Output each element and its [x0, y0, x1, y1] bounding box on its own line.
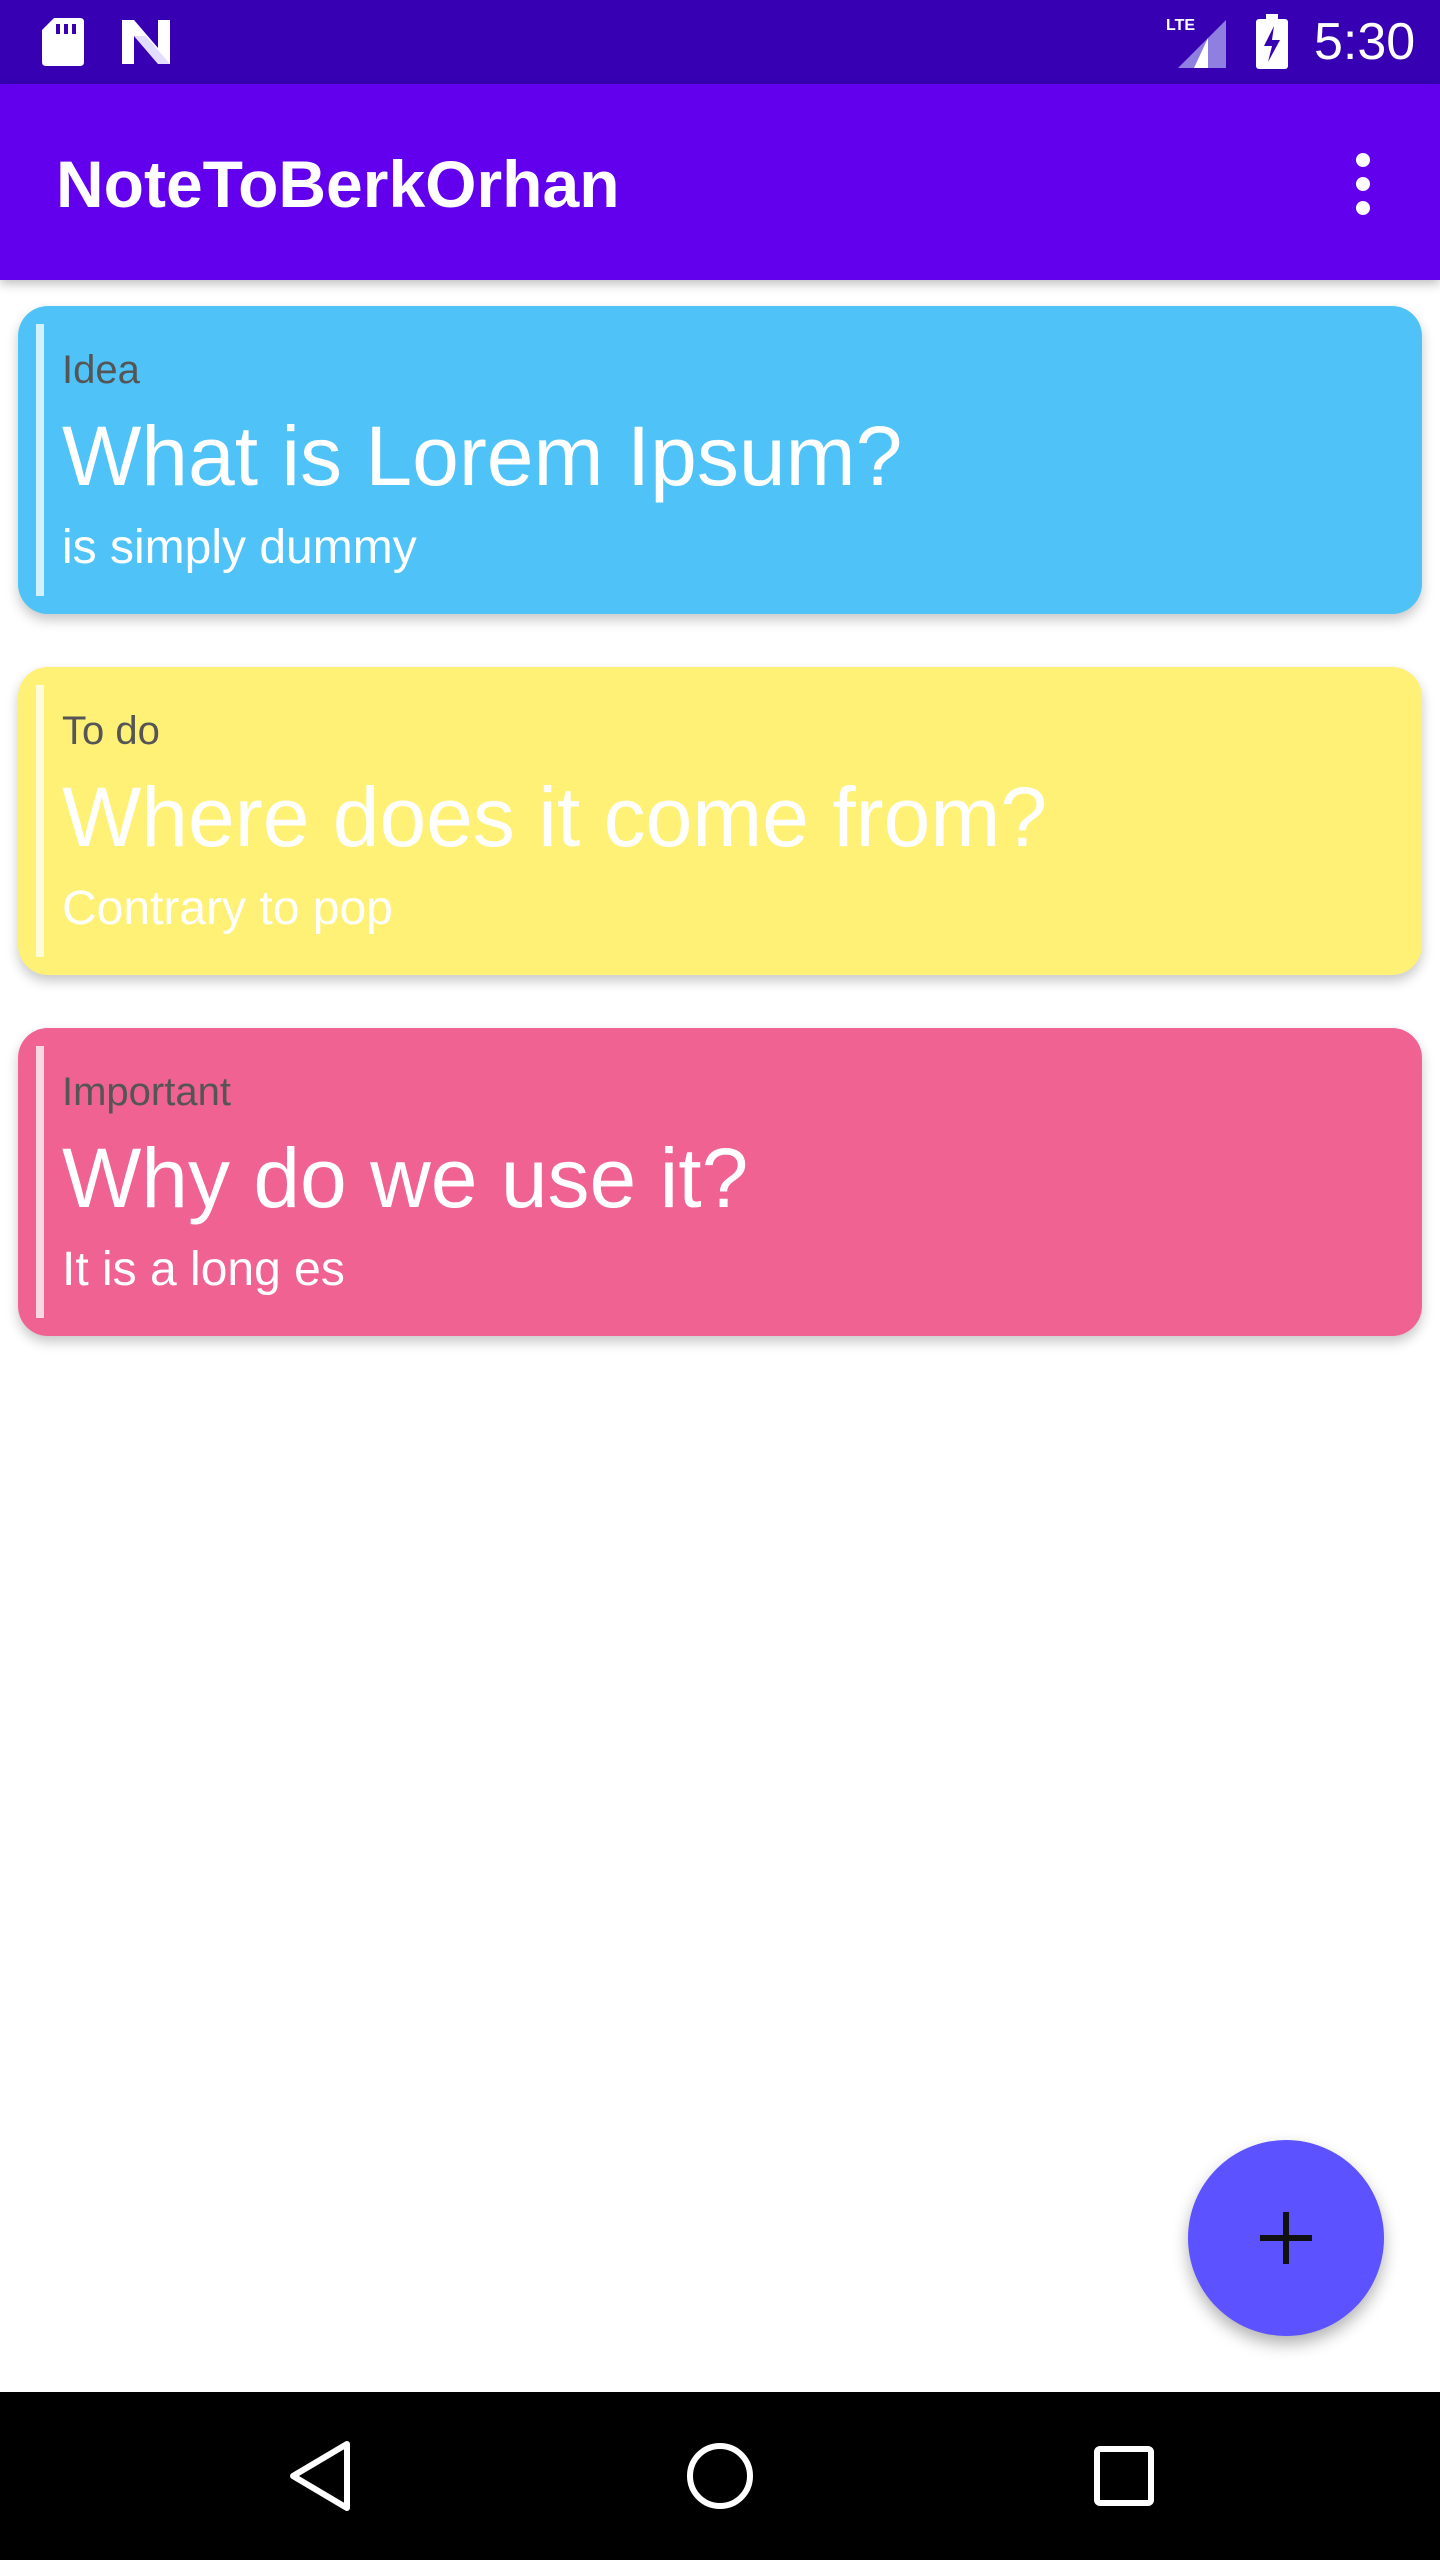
more-vert-icon[interactable]: [1328, 142, 1398, 226]
lte-signal-icon: LTE: [1166, 17, 1226, 68]
back-icon: [290, 2441, 350, 2511]
sd-card-icon: [42, 18, 84, 66]
note-preview: is simply dummy: [62, 521, 417, 574]
note-category: Idea: [62, 348, 140, 392]
home-icon: [687, 2443, 753, 2509]
screen: LTE 5:30 NoteToBerkOrhan Idea What is Lo…: [0, 0, 1440, 2560]
note-preview: Contrary to pop: [62, 882, 393, 935]
app-title: NoteToBerkOrhan: [56, 147, 620, 221]
recents-button[interactable]: [1074, 2426, 1174, 2526]
note-category: Important: [62, 1070, 231, 1114]
note-card[interactable]: Important Why do we use it? It is a long…: [18, 1028, 1422, 1336]
note-accent-bar: [36, 685, 44, 957]
note-accent-bar: [36, 324, 44, 596]
recents-icon: [1094, 2446, 1154, 2506]
svg-text:LTE: LTE: [1166, 17, 1195, 34]
status-bar: LTE 5:30: [0, 0, 1440, 84]
back-button[interactable]: [270, 2426, 370, 2526]
note-title: Why do we use it?: [62, 1131, 749, 1225]
note-title: Where does it come from?: [62, 770, 1048, 864]
note-category: To do: [62, 709, 160, 753]
menu-dot: [1356, 177, 1370, 191]
note-card[interactable]: Idea What is Lorem Ipsum? is simply dumm…: [18, 306, 1422, 614]
add-note-button[interactable]: [1188, 2140, 1384, 2336]
menu-dot: [1356, 201, 1370, 215]
note-preview: It is a long es: [62, 1243, 345, 1296]
plus-icon: [1260, 2212, 1312, 2264]
battery-charging-icon: [1256, 14, 1288, 69]
note-title: What is Lorem Ipsum?: [62, 409, 903, 503]
home-button[interactable]: [670, 2426, 770, 2526]
menu-dot: [1356, 153, 1370, 167]
status-time: 5:30: [1314, 13, 1416, 71]
app-bar: NoteToBerkOrhan: [0, 84, 1440, 280]
note-card[interactable]: To do Where does it come from? Contrary …: [18, 667, 1422, 975]
note-accent-bar: [36, 1046, 44, 1318]
navigation-bar: [0, 2392, 1440, 2560]
n-logo-icon: [122, 20, 170, 64]
